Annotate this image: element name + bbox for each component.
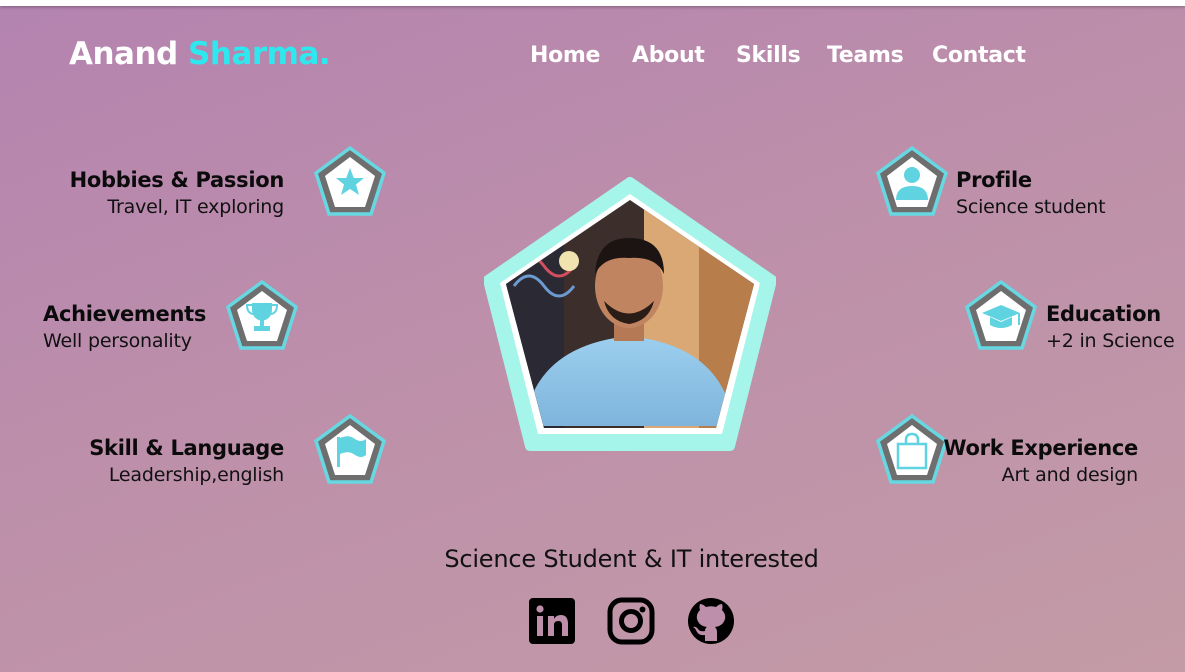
nav-teams[interactable]: Teams (827, 43, 904, 68)
flag-icon[interactable] (313, 413, 387, 487)
trophy-icon[interactable] (225, 279, 299, 353)
card-work-experience: Work Experience Art and design (898, 436, 1138, 486)
card-skills: Skill & Language Leadership,english (44, 436, 284, 486)
card-title: Skill & Language (89, 436, 284, 460)
card-title: Hobbies & Passion (69, 168, 285, 192)
tagline: Science Student & IT interested (444, 545, 819, 573)
card-subtitle: +2 in Science (1046, 330, 1175, 352)
logo-first-name: Anand (69, 36, 178, 72)
nav-skills[interactable]: Skills (736, 43, 801, 68)
card-subtitle: Science student (956, 196, 1106, 218)
card-title: Work Experience (943, 436, 1138, 460)
star-icon[interactable] (313, 145, 387, 219)
card-education: Education +2 in Science (1046, 302, 1185, 352)
card-profile: Profile Science student (956, 168, 1185, 218)
instagram-icon[interactable] (607, 597, 655, 645)
top-border (0, 0, 1185, 6)
card-title: Education (1046, 302, 1161, 326)
graduation-cap-icon[interactable] (964, 279, 1038, 353)
card-hobbies: Hobbies & Passion Travel, IT exploring (44, 168, 285, 218)
user-icon[interactable] (875, 145, 949, 219)
card-subtitle: Leadership,english (108, 464, 284, 486)
nav-contact[interactable]: Contact (932, 43, 1026, 68)
site-logo[interactable]: Anand Sharma. (69, 36, 331, 72)
profile-photo (483, 176, 777, 452)
linkedin-icon[interactable] (528, 597, 576, 645)
card-subtitle: Art and design (1001, 464, 1139, 486)
logo-last-name: Sharma. (188, 36, 331, 72)
card-title: Profile (956, 168, 1032, 192)
card-subtitle: Travel, IT exploring (107, 196, 284, 218)
nav-about[interactable]: About (632, 43, 705, 68)
nav-home[interactable]: Home (530, 43, 600, 68)
github-icon[interactable] (687, 597, 735, 645)
